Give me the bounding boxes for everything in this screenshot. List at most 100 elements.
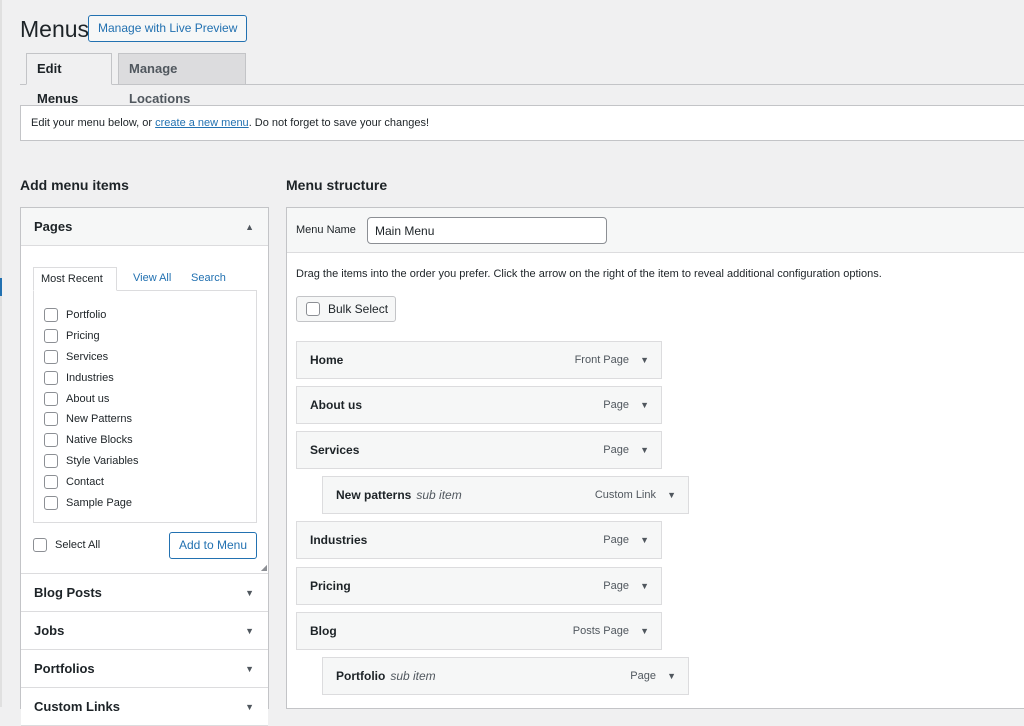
page-checkbox[interactable] (44, 349, 58, 364)
caret-down-icon: ▼ (245, 664, 254, 674)
bulk-select-button[interactable]: Bulk Select (296, 296, 396, 322)
subtab-most-recent[interactable]: Most Recent (33, 267, 117, 291)
bulk-select-checkbox[interactable] (306, 302, 320, 316)
section-header-portfolios[interactable]: Portfolios ▼ (21, 650, 268, 688)
menu-item-title-text: Services (310, 443, 360, 458)
pages-checklist: Portfolio Pricing Services Industries About … (33, 290, 257, 523)
sub-item-tag: sub item (390, 668, 436, 683)
subtab-view-all[interactable]: View All (133, 267, 171, 291)
menu-item-type: Page (603, 399, 629, 412)
menu-item-blog[interactable]: Blog Posts Page ▼ (296, 611, 662, 650)
page-checkbox[interactable] (44, 495, 58, 510)
page-option-label: Style Variables (66, 454, 139, 467)
menu-item-type: Posts Page (572, 624, 629, 637)
section-title: Blog Posts (34, 585, 102, 600)
menu-item-title: Portfolio sub item (336, 658, 436, 694)
section-header-jobs[interactable]: Jobs ▼ (21, 612, 268, 650)
page-checkbox[interactable] (44, 308, 58, 323)
menu-item-type: Page (630, 669, 656, 682)
page-checkbox[interactable] (44, 391, 58, 406)
menu-item-services[interactable]: Services Page ▼ (296, 431, 662, 470)
page-option-native-blocks[interactable]: Native Blocks (44, 430, 256, 451)
add-to-menu-button[interactable]: Add to Menu (169, 532, 257, 559)
page-option-sample-page[interactable]: Sample Page (44, 492, 256, 513)
menu-item-toggle-icon[interactable]: ▼ (640, 432, 649, 468)
page-option-label: Sample Page (66, 496, 133, 509)
page-option-new-patterns[interactable]: New Patterns (44, 409, 256, 430)
menu-item-pricing[interactable]: Pricing Page ▼ (296, 566, 662, 605)
menu-item-title: Blog (310, 613, 337, 649)
notice-box: Edit your menu below, or create a new me… (20, 105, 1024, 141)
add-menu-items-heading: Add menu items (20, 177, 129, 193)
menu-item-type: Page (603, 579, 629, 592)
page-option-portfolio[interactable]: Portfolio (44, 305, 256, 326)
pages-section-header[interactable]: Pages ▲ (21, 208, 268, 246)
menu-name-bar: Menu Name (287, 208, 1024, 253)
menu-item-toggle-icon[interactable]: ▼ (640, 342, 649, 378)
page-checkbox[interactable] (44, 370, 58, 385)
menu-structure-panel: Menu Name Drag the items into the order … (286, 207, 1024, 709)
menu-item-toggle-icon[interactable]: ▼ (640, 522, 649, 558)
page-option-label: Contact (66, 475, 104, 488)
menu-name-input[interactable] (367, 217, 607, 244)
menu-item-type: Custom Link (594, 489, 656, 502)
menu-item-type: Page (603, 534, 629, 547)
menu-item-new-patterns[interactable]: New patterns sub item Custom Link ▼ (322, 476, 689, 515)
menu-item-title-text: Home (310, 353, 344, 367)
menu-item-toggle-icon[interactable]: ▼ (640, 568, 649, 604)
menu-item-portfolio[interactable]: Portfolio sub item Page ▼ (322, 656, 689, 695)
menu-item-toggle-icon[interactable]: ▼ (640, 387, 649, 423)
menu-item-title-text: New patterns (336, 488, 412, 503)
page-checkbox[interactable] (44, 412, 58, 427)
menu-structure-heading: Menu structure (286, 177, 388, 193)
select-all-control[interactable]: Select All (33, 538, 100, 552)
menu-item-title: New patterns sub item (336, 477, 462, 513)
page-checkbox[interactable] (44, 453, 58, 468)
select-all-label: Select All (55, 539, 101, 551)
page-option-services[interactable]: Services (44, 347, 256, 368)
admin-left-edge (0, 0, 2, 707)
menu-item-title-text: About us (310, 398, 362, 413)
page-option-industries[interactable]: Industries (44, 367, 256, 388)
manage-live-preview-button[interactable]: Manage with Live Preview (88, 15, 248, 42)
bulk-select-label: Bulk Select (328, 302, 389, 316)
subtab-search[interactable]: Search (191, 267, 226, 291)
notice-text-before: Edit your menu below, or (31, 117, 156, 129)
page-option-label: Services (66, 350, 109, 363)
menu-item-title: Pricing (310, 568, 351, 604)
menu-item-home[interactable]: Home Front Page ▼ (296, 341, 662, 379)
tab-manage-locations[interactable]: Manage Locations (118, 53, 246, 106)
page-checkbox[interactable] (44, 329, 58, 344)
page-option-about-us[interactable]: About us (44, 388, 256, 409)
sub-item-tag: sub item (416, 488, 462, 503)
menu-item-title-text: Blog (310, 623, 337, 638)
page-checkbox[interactable] (44, 474, 58, 489)
page-option-pricing[interactable]: Pricing (44, 326, 256, 347)
menu-item-title-text: Pricing (310, 578, 351, 593)
menu-item-type: Page (603, 444, 629, 457)
menu-item-toggle-icon[interactable]: ▼ (667, 477, 676, 513)
menu-item-toggle-icon[interactable]: ▼ (667, 658, 676, 694)
resize-handle-icon[interactable]: ◢ (261, 563, 267, 572)
caret-down-icon: ▼ (245, 588, 254, 598)
notice-text-after: . Do not forget to save your changes! (248, 117, 430, 129)
menu-item-type: Front Page (574, 354, 629, 366)
admin-edge-marker (0, 278, 2, 296)
section-title: Jobs (34, 623, 65, 638)
section-header-custom-links[interactable]: Custom Links ▼ (21, 688, 268, 726)
page-option-contact[interactable]: Contact (44, 471, 256, 492)
menu-name-label: Menu Name (296, 224, 356, 236)
add-menu-items-accordion: Pages ▲ Most Recent View All Search Port… (20, 207, 269, 726)
page-checkbox[interactable] (44, 433, 58, 448)
menu-item-industries[interactable]: Industries Page ▼ (296, 521, 662, 560)
menu-item-about-us[interactable]: About us Page ▼ (296, 386, 662, 425)
tab-edit-menus[interactable]: Edit Menus (26, 53, 112, 106)
select-all-checkbox[interactable] (33, 538, 47, 552)
create-new-menu-link[interactable]: create a new menu (155, 117, 249, 129)
menu-item-title: Services (310, 432, 359, 468)
page-option-style-variables[interactable]: Style Variables (44, 451, 256, 472)
section-header-blog-posts[interactable]: Blog Posts ▼ (21, 574, 268, 612)
menu-item-toggle-icon[interactable]: ▼ (640, 613, 649, 649)
section-title: Portfolios (34, 661, 95, 676)
pages-section-title: Pages (34, 219, 73, 234)
